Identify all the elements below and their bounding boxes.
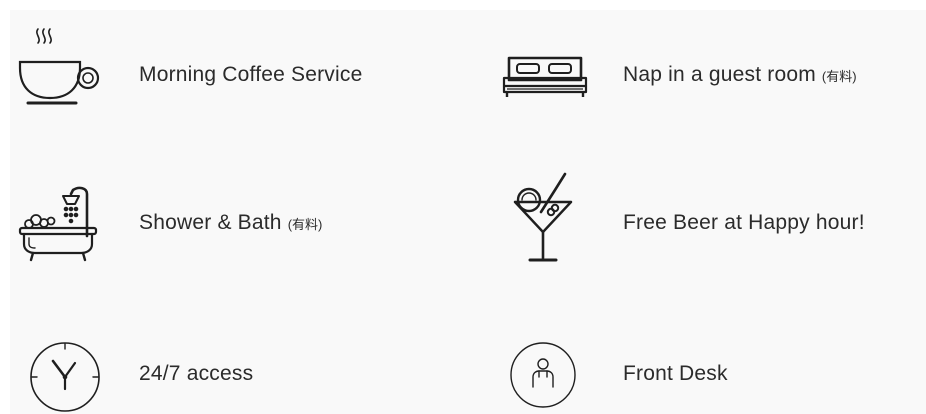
amenity-coffee-label: Morning Coffee Service [139, 63, 363, 86]
coffee-cup-icon [18, 26, 108, 108]
amenity-nap-label: Nap in a guest room (有料) [623, 63, 857, 86]
amenity-access-label: 24/7 access [139, 362, 254, 385]
amenity-nap-note: (有料) [821, 69, 857, 84]
bathtub-icon [18, 186, 99, 262]
bed-icon [502, 56, 588, 98]
amenity-beer-label: Free Beer at Happy hour! [623, 211, 865, 234]
person-icon [509, 341, 577, 409]
cocktail-icon [513, 172, 573, 264]
clock-icon [29, 341, 101, 413]
amenity-desk-label: Front Desk [623, 362, 728, 385]
amenity-shower-label: Shower & Bath (有料) [139, 211, 323, 234]
amenity-shower-note: (有料) [287, 217, 323, 232]
